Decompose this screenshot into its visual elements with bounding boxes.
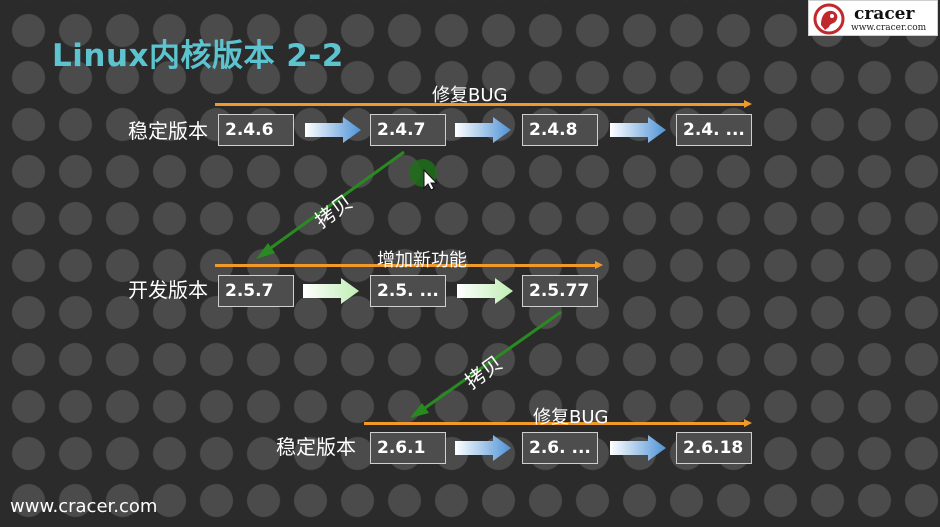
annotation-row3: 修复BUG <box>533 407 609 428</box>
row-label-stable-1: 稳定版本 <box>128 119 208 143</box>
green-arrow-icon <box>457 278 513 304</box>
row-label-stable-2: 稳定版本 <box>276 435 356 459</box>
annotation-row1: 修复BUG <box>432 85 508 106</box>
logo-url-text: www.cracer.com <box>851 23 927 33</box>
version-box[interactable]: 2.6.1 <box>370 432 446 464</box>
version-box[interactable]: 2.5.7 <box>218 275 294 307</box>
green-arrow-icon <box>303 278 359 304</box>
version-box[interactable]: 2.6.18 <box>676 432 752 464</box>
version-box[interactable]: 2.4.6 <box>218 114 294 146</box>
mouse-pointer-icon <box>409 159 438 191</box>
annotation-row2: 增加新功能 <box>377 250 467 271</box>
blue-arrow-icon <box>305 117 361 143</box>
blue-arrow-icon <box>455 117 511 143</box>
slide: Linux内核版本 2-2 cracer www.cracer.com 修复BU… <box>0 0 940 527</box>
cracer-logo-icon <box>813 3 845 35</box>
blue-arrow-icon <box>610 435 666 461</box>
version-box[interactable]: 2.6. ... <box>522 432 598 464</box>
blue-arrow-icon <box>455 435 511 461</box>
version-box[interactable]: 2.5. ... <box>370 275 446 307</box>
logo-brand-text: cracer <box>854 4 915 24</box>
brand-logo: cracer www.cracer.com <box>808 0 938 36</box>
version-box[interactable]: 2.4.7 <box>370 114 446 146</box>
version-box[interactable]: 2.5.77 <box>522 275 598 307</box>
version-box[interactable]: 2.4. ... <box>676 114 752 146</box>
row-label-dev: 开发版本 <box>128 278 208 302</box>
footer-url: www.cracer.com <box>10 496 158 517</box>
version-box[interactable]: 2.4.8 <box>522 114 598 146</box>
slide-title: Linux内核版本 2-2 <box>52 38 344 74</box>
blue-arrow-icon <box>610 117 666 143</box>
